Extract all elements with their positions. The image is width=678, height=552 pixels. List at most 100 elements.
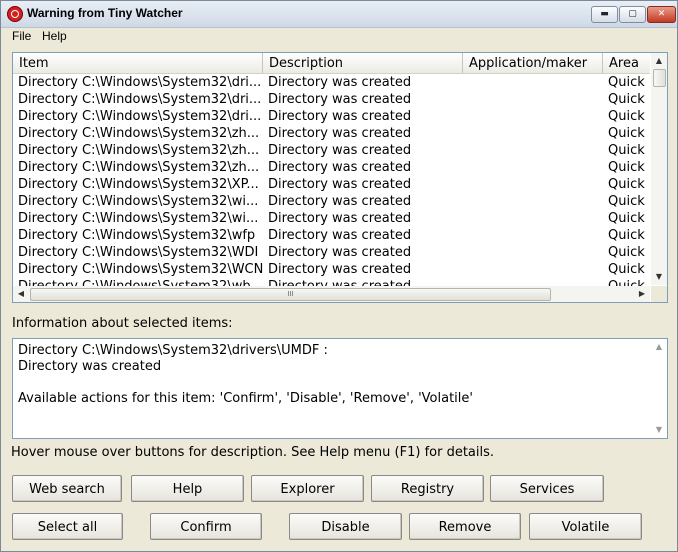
info-scrollbar[interactable]: ▲ ▼: [651, 339, 667, 438]
table-row[interactable]: Directory C:\Windows\System32\dri... Dire…: [13, 108, 650, 125]
cell-application: [463, 91, 606, 108]
web-search-button[interactable]: Web search: [12, 475, 122, 502]
registry-button[interactable]: Registry: [371, 475, 484, 502]
cell-description: Directory was created: [268, 262, 412, 277]
scroll-left-arrow-icon[interactable]: ◀: [13, 286, 29, 302]
table-row[interactable]: Directory C:\Windows\System32\zh... Direc…: [13, 142, 650, 159]
scroll-right-arrow-icon[interactable]: ▶: [634, 286, 650, 302]
cell-application: [463, 108, 606, 125]
column-header-area[interactable]: Area: [603, 53, 650, 73]
cell-application: [463, 278, 606, 286]
list-vertical-scrollbar[interactable]: ▲ ▼: [651, 53, 667, 285]
info-scroll-up-icon[interactable]: ▲: [651, 339, 667, 355]
scroll-up-arrow-icon[interactable]: ▲: [651, 53, 667, 69]
cell-area: Quick: [608, 194, 645, 209]
menu-file[interactable]: File: [12, 29, 31, 43]
cell-area: Quick: [608, 75, 645, 90]
volatile-button[interactable]: Volatile: [529, 513, 642, 540]
close-button[interactable]: ✕: [647, 6, 676, 23]
info-line: Directory C:\Windows\System32\drivers\UM…: [18, 343, 328, 358]
menu-bar: File Help: [1, 28, 677, 46]
cell-application: [463, 261, 606, 278]
disable-button[interactable]: Disable: [289, 513, 402, 540]
maximize-button[interactable]: ▢: [619, 6, 646, 23]
cell-item: Directory C:\Windows\System32\wfp: [18, 228, 256, 243]
cell-item: Directory C:\Windows\System32\dri...: [18, 109, 262, 124]
cell-area: Quick: [608, 211, 645, 226]
cell-item: Directory C:\Windows\System32\WDI: [18, 245, 259, 260]
list-body: Directory C:\Windows\System32\dri... Dire…: [13, 74, 650, 286]
cell-area: Quick: [608, 126, 645, 141]
table-row[interactable]: Directory C:\Windows\System32\WCN Directo…: [13, 261, 650, 278]
table-row[interactable]: Directory C:\Windows\System32\wb...Direc…: [13, 278, 650, 286]
cell-item: Directory C:\Windows\System32\wi...: [18, 211, 259, 226]
cell-area: Quick: [608, 143, 645, 158]
confirm-button[interactable]: Confirm: [150, 513, 262, 540]
table-row[interactable]: Directory C:\Windows\System32\wfp Directo…: [13, 227, 650, 244]
cell-item: Directory C:\Windows\System32\wi...: [18, 194, 259, 209]
column-header-item[interactable]: Item: [13, 53, 263, 73]
info-line: Directory was created: [18, 359, 162, 374]
cell-area: Quick: [608, 109, 645, 124]
info-line: Available actions for this item: 'Confir…: [18, 391, 473, 406]
cell-description: Directory was created: [268, 160, 412, 175]
title-bar[interactable]: Warning from Tiny Watcher ▬ ▢ ✕: [1, 1, 677, 28]
cell-application: [463, 176, 606, 193]
column-header-description[interactable]: Description: [263, 53, 463, 73]
help-button[interactable]: Help: [131, 475, 244, 502]
cell-application: [463, 125, 606, 142]
services-button[interactable]: Services: [490, 475, 604, 502]
cell-description: Directory was created: [268, 177, 412, 192]
table-row[interactable]: Directory C:\Windows\System32\zh... Direc…: [13, 159, 650, 176]
cell-description: Directory was created: [268, 245, 412, 260]
cell-application: [463, 74, 606, 91]
cell-item: Directory C:\Windows\System32\WCN: [18, 262, 264, 277]
cell-description: Directory was created: [268, 109, 412, 124]
cell-area: Quick: [603, 278, 650, 286]
cell-area: Quick: [608, 228, 645, 243]
app-icon: [7, 6, 23, 22]
hint-text: Hover mouse over buttons for description…: [11, 445, 495, 460]
horizontal-scroll-thumb[interactable]: III: [30, 288, 551, 301]
menu-help[interactable]: Help: [42, 29, 67, 43]
column-header-application[interactable]: Application/maker: [463, 53, 603, 73]
table-row[interactable]: Directory C:\Windows\System32\dri... Dire…: [13, 74, 650, 91]
cell-area: Quick: [608, 177, 645, 192]
table-row[interactable]: Directory C:\Windows\System32\dri... Dire…: [13, 91, 650, 108]
cell-area: Quick: [608, 160, 645, 175]
table-row[interactable]: Directory C:\Windows\System32\XP... Direc…: [13, 176, 650, 193]
cell-item: Directory C:\Windows\System32\dri...: [18, 92, 262, 107]
main-window: Warning from Tiny Watcher ▬ ▢ ✕ File Hel…: [0, 0, 678, 552]
cell-item: Directory C:\Windows\System32\zh...: [18, 143, 260, 158]
cell-description: Directory was created: [268, 126, 412, 141]
cell-description: Directory was created: [268, 228, 412, 243]
cell-description: Directory was created: [268, 92, 412, 107]
list-horizontal-scrollbar[interactable]: ◀ III ▶: [13, 286, 650, 302]
info-label: Information about selected items:: [12, 316, 233, 331]
table-row[interactable]: Directory C:\Windows\System32\wi... Direc…: [13, 210, 650, 227]
events-list[interactable]: Item Description Application/maker Area …: [12, 52, 668, 303]
cell-area: Quick: [608, 92, 645, 107]
cell-application: [463, 244, 606, 261]
minimize-button[interactable]: ▬: [591, 6, 618, 23]
table-row[interactable]: Directory C:\Windows\System32\WDI Directo…: [13, 244, 650, 261]
remove-button[interactable]: Remove: [409, 513, 521, 540]
scrollbar-corner: [651, 286, 667, 302]
info-scroll-down-icon[interactable]: ▼: [651, 422, 667, 438]
explorer-button[interactable]: Explorer: [251, 475, 364, 502]
table-row[interactable]: Directory C:\Windows\System32\wi... Direc…: [13, 193, 650, 210]
window-title: Warning from Tiny Watcher: [27, 6, 183, 20]
vertical-scroll-thumb[interactable]: [653, 69, 666, 87]
scroll-down-arrow-icon[interactable]: ▼: [651, 269, 667, 285]
table-row[interactable]: Directory C:\Windows\System32\zh... Direc…: [13, 125, 650, 142]
cell-application: [463, 159, 606, 176]
info-textbox[interactable]: Directory C:\Windows\System32\drivers\UM…: [12, 338, 668, 439]
cell-item: Directory C:\Windows\System32\zh...: [18, 160, 260, 175]
select-all-button[interactable]: Select all: [12, 513, 123, 540]
list-header: Item Description Application/maker Area: [13, 53, 650, 74]
cell-item: Directory C:\Windows\System32\zh...: [18, 126, 260, 141]
cell-item: Directory C:\Windows\System32\wb...: [13, 278, 266, 286]
cell-item: Directory C:\Windows\System32\XP...: [18, 177, 259, 192]
cell-application: [463, 210, 606, 227]
cell-area: Quick: [608, 245, 645, 260]
